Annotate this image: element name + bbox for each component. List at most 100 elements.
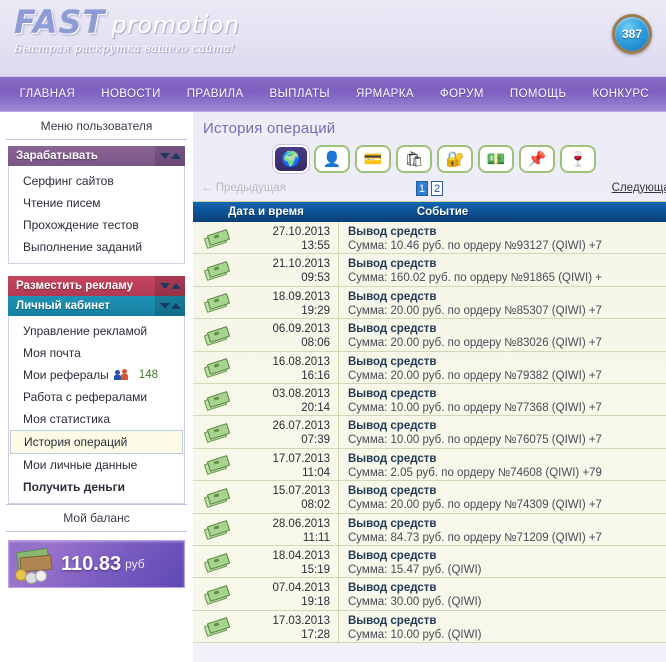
sidebar-item-get-money[interactable]: Получить деньги xyxy=(9,476,184,498)
table-row[interactable]: 15.07.2013 08:02 Вывод средств Сумма: 20.0… xyxy=(193,481,666,514)
nav-item-pravila[interactable]: ПРАВИЛА xyxy=(174,88,257,100)
sidebar-item-tasks[interactable]: Выполнение заданий xyxy=(9,236,184,258)
tab-shopping-bag[interactable]: 🛍 xyxy=(396,145,432,173)
operations-table-body: 27.10.2013 13:55 Вывод средств Сумма: 10.4… xyxy=(193,222,666,644)
nav-item-konkurs[interactable]: КОНКУРС xyxy=(579,88,662,100)
row-datetime: 16.08.2013 16:16 xyxy=(239,351,339,383)
row-date: 27.10.2013 xyxy=(272,226,330,238)
sidebar-item-label: Моя почта xyxy=(23,346,81,360)
sidebar-item-label: Мои рефералы xyxy=(23,368,109,382)
person-icon: 👤 xyxy=(322,150,342,168)
sidebar-item-label: Управление рекламой xyxy=(23,324,148,338)
sidebar-earn-menu: Серфинг сайтов Чтение писем Прохождение … xyxy=(8,166,185,264)
row-event-title: Вывод средств xyxy=(348,549,437,562)
sidebar-item-manage-ads[interactable]: Управление рекламой xyxy=(9,320,184,342)
row-datetime: 06.09.2013 08:06 xyxy=(239,319,339,351)
table-row[interactable]: 26.07.2013 07:39 Вывод средств Сумма: 10.0… xyxy=(193,416,666,449)
table-row[interactable]: 18.09.2013 19:29 Вывод средств Сумма: 20.0… xyxy=(193,286,666,320)
nav-item-yarmarka[interactable]: ЯРМАРКА xyxy=(343,88,427,100)
sidebar-section-account-header[interactable]: Личный кабинет xyxy=(8,296,185,316)
nav-item-vyplaty[interactable]: ВЫПЛАТЫ xyxy=(257,88,343,100)
sidebar-item-personal-data[interactable]: Мои личные данные xyxy=(9,454,184,476)
main-panel: История операций 🌍 👤 💳 🛍 🔐 💵 📌 🍷 ← Преды… xyxy=(193,112,666,662)
table-row[interactable]: 18.04.2013 15:19 Вывод средств Сумма: 15.4… xyxy=(193,545,666,579)
nav-item-pomosch[interactable]: ПОМОЩЬ xyxy=(497,88,579,100)
sidebar-section-ads-header[interactable]: Разместить рекламу xyxy=(8,276,185,296)
sidebar-item-work-with-referrals[interactable]: Работа с рефералами xyxy=(9,386,184,408)
banknote-icon xyxy=(203,293,231,314)
tab-megaphone[interactable]: 📌 xyxy=(519,145,555,173)
row-type-icon-cell xyxy=(193,546,239,577)
main-navigation: ГЛАВНАЯ НОВОСТИ ПРАВИЛА ВЫПЛАТЫ ЯРМАРКА … xyxy=(0,77,666,112)
tab-wallet[interactable]: 💳 xyxy=(355,145,391,173)
row-datetime: 21.10.2013 09:53 xyxy=(239,254,339,286)
row-event: Вывод средств Сумма: 20.00 руб. по ордеру… xyxy=(339,352,666,383)
sidebar-section-earn-header[interactable]: Зарабатывать xyxy=(8,146,185,166)
category-tabs: 🌍 👤 💳 🛍 🔐 💵 📌 🍷 xyxy=(193,143,666,179)
tab-globe[interactable]: 🌍 xyxy=(273,145,309,173)
banknote-icon xyxy=(203,358,231,379)
row-event-detail: Сумма: 10.46 руб. по ордеру №93127 (QIWI… xyxy=(348,240,602,252)
sidebar-item-tests[interactable]: Прохождение тестов xyxy=(9,214,184,236)
tab-money[interactable]: 💵 xyxy=(478,145,514,173)
sidebar-item-label: История операций xyxy=(24,435,128,449)
row-type-icon-cell xyxy=(193,287,239,318)
row-event-title: Вывод средств xyxy=(348,614,437,627)
row-event-title: Вывод средств xyxy=(348,452,437,465)
row-event: Вывод средств Сумма: 20.00 руб. по ордеру… xyxy=(339,287,666,318)
row-date: 16.08.2013 xyxy=(272,355,330,368)
sidebar-item-my-referrals[interactable]: Мои рефералы 148 xyxy=(9,364,184,386)
chevron-down-icon xyxy=(159,303,170,309)
pagination-page-1[interactable]: 1 xyxy=(415,181,428,196)
balance-title: Мой баланс xyxy=(6,504,187,532)
site-logo[interactable]: FAST promotion Быстрая раскрутка вашего с… xyxy=(14,6,240,55)
table-row[interactable]: 21.10.2013 09:53 Вывод средств Сумма: 160.… xyxy=(193,254,666,287)
sidebar-item-surfing[interactable]: Серфинг сайтов xyxy=(9,170,184,192)
nav-item-forum[interactable]: ФОРУМ xyxy=(427,88,497,100)
table-row[interactable]: 06.09.2013 08:06 Вывод средств Сумма: 20.0… xyxy=(193,319,666,352)
table-row[interactable]: 07.04.2013 19:18 Вывод средств Сумма: 30.0… xyxy=(193,578,666,611)
nav-item-glavnaya[interactable]: ГЛАВНАЯ xyxy=(7,88,89,100)
row-type-icon-cell xyxy=(193,384,239,415)
sidebar-item-operations-history[interactable]: История операций xyxy=(10,430,183,454)
row-datetime: 27.10.2013 13:55 xyxy=(239,222,339,254)
row-type-icon-cell xyxy=(193,514,239,545)
sidebar-item-label: Прохождение тестов xyxy=(23,218,139,232)
chevron-down-icon xyxy=(159,283,170,289)
table-row[interactable]: 17.07.2013 11:04 Вывод средств Сумма: 2.05… xyxy=(193,448,666,482)
balance-widget[interactable]: 110.83 руб xyxy=(8,540,185,588)
row-type-icon-cell xyxy=(193,481,239,512)
row-event: Вывод средств Сумма: 10.00 руб. по ордеру… xyxy=(339,384,666,415)
row-event: Вывод средств Сумма: 20.00 руб. по ордеру… xyxy=(339,481,666,512)
section-collapse-toggle[interactable] xyxy=(155,276,185,296)
table-row[interactable]: 28.06.2013 11:11 Вывод средств Сумма: 84.7… xyxy=(193,513,666,546)
tab-person[interactable]: 👤 xyxy=(314,145,350,173)
row-time: 08:06 xyxy=(301,337,330,350)
section-collapse-toggle[interactable] xyxy=(155,296,185,316)
table-row[interactable]: 27.10.2013 13:55 Вывод средств Сумма: 10.4… xyxy=(193,222,666,255)
row-event-title: Вывод средств xyxy=(348,582,437,595)
people-icon xyxy=(113,369,129,381)
tab-lock[interactable]: 🔐 xyxy=(437,145,473,173)
sidebar-item-my-mail[interactable]: Моя почта xyxy=(9,342,184,364)
row-event-detail: Сумма: 160.02 руб. по ордеру №91865 (QIW… xyxy=(348,272,602,285)
tab-wine-glass[interactable]: 🍷 xyxy=(560,145,596,173)
row-event-title: Вывод средств xyxy=(348,387,437,400)
table-row[interactable]: 16.08.2013 16:16 Вывод средств Сумма: 20.0… xyxy=(193,351,666,384)
row-event: Вывод средств Сумма: 84.73 руб. по ордеру… xyxy=(339,514,666,545)
row-date: 21.10.2013 xyxy=(272,258,330,271)
table-row[interactable]: 17.03.2013 17:28 Вывод средств Сумма: 10.0… xyxy=(193,610,666,644)
sidebar-item-label: Моя статистика xyxy=(23,412,110,426)
nav-item-novosti[interactable]: НОВОСТИ xyxy=(88,88,174,100)
sidebar-item-my-statistics[interactable]: Моя статистика xyxy=(9,408,184,430)
sidebar-item-reading-mail[interactable]: Чтение писем xyxy=(9,192,184,214)
section-collapse-toggle[interactable] xyxy=(155,146,185,166)
row-date: 03.08.2013 xyxy=(272,387,330,400)
pagination-next-link[interactable]: Следующая xyxy=(612,182,666,194)
balance-currency: руб xyxy=(125,557,145,571)
row-type-icon-cell xyxy=(193,416,239,447)
row-event-detail: Сумма: 30.00 руб. (QIWI) xyxy=(348,596,482,609)
row-event-detail: Сумма: 20.00 руб. по ордеру №74309 (QIWI… xyxy=(348,499,602,512)
table-row[interactable]: 03.08.2013 20:14 Вывод средств Сумма: 10.0… xyxy=(193,383,666,417)
pagination-page-2[interactable]: 2 xyxy=(431,181,444,196)
